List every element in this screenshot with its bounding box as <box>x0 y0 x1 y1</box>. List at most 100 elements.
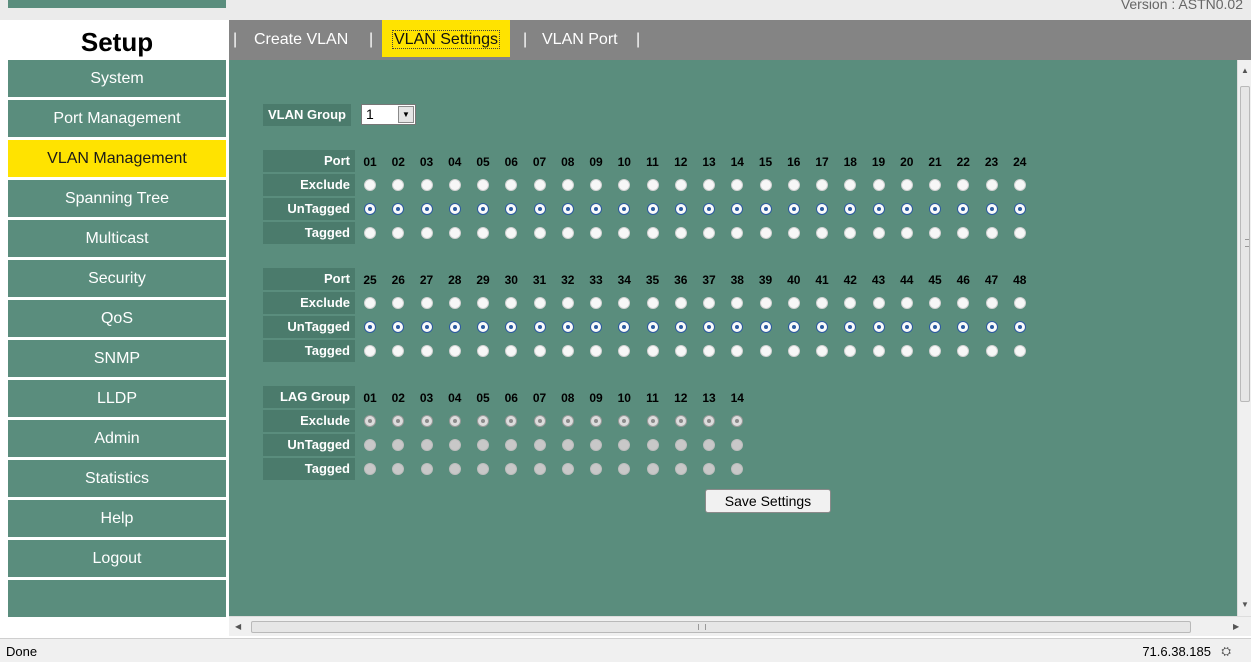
radio-untagged[interactable] <box>533 203 546 215</box>
radio-untagged[interactable] <box>477 321 489 333</box>
radio-tagged[interactable] <box>561 227 574 239</box>
radio-exclude[interactable] <box>561 297 574 309</box>
sidebar-item-logout[interactable]: Logout <box>8 540 226 577</box>
radio-exclude[interactable] <box>759 297 772 309</box>
radio-untagged[interactable] <box>900 321 913 333</box>
radio-exclude[interactable] <box>448 415 461 427</box>
radio-exclude[interactable] <box>872 297 885 309</box>
radio-exclude[interactable] <box>1013 297 1026 309</box>
radio-exclude[interactable] <box>533 297 546 309</box>
radio-untagged[interactable] <box>703 203 715 215</box>
radio-tagged[interactable] <box>420 463 433 475</box>
radio-tagged[interactable] <box>985 345 998 357</box>
radio-exclude[interactable] <box>590 415 602 427</box>
sidebar-item-vlan-management[interactable]: VLAN Management <box>8 140 226 177</box>
radio-untagged[interactable] <box>420 439 433 451</box>
radio-untagged[interactable] <box>448 439 461 451</box>
radio-tagged[interactable] <box>590 345 602 357</box>
radio-tagged[interactable] <box>477 227 489 239</box>
radio-exclude[interactable] <box>674 179 687 191</box>
radio-untagged[interactable] <box>929 321 941 333</box>
horizontal-scrollbar[interactable]: ◀ ▶ <box>229 616 1251 636</box>
tab-vlan-port[interactable]: VLAN Port <box>542 20 618 57</box>
radio-tagged[interactable] <box>787 345 800 357</box>
radio-exclude[interactable] <box>448 179 461 191</box>
radio-tagged[interactable] <box>703 463 715 475</box>
radio-untagged[interactable] <box>364 203 376 215</box>
radio-tagged[interactable] <box>816 345 828 357</box>
radio-tagged[interactable] <box>759 227 772 239</box>
sidebar-item-lldp[interactable]: LLDP <box>8 380 226 417</box>
radio-exclude[interactable] <box>674 297 687 309</box>
vlan-group-select[interactable]: 1 ▼ <box>361 104 416 125</box>
tab-create-vlan[interactable]: Create VLAN <box>254 20 348 57</box>
sidebar-item-security[interactable]: Security <box>8 260 226 297</box>
radio-exclude[interactable] <box>759 179 772 191</box>
radio-tagged[interactable] <box>674 345 687 357</box>
radio-untagged[interactable] <box>816 321 828 333</box>
radio-tagged[interactable] <box>420 345 433 357</box>
radio-exclude[interactable] <box>703 415 715 427</box>
radio-exclude[interactable] <box>420 415 433 427</box>
radio-exclude[interactable] <box>674 415 687 427</box>
radio-untagged[interactable] <box>703 321 715 333</box>
sidebar-item-port-management[interactable]: Port Management <box>8 100 226 137</box>
radio-exclude[interactable] <box>900 297 913 309</box>
radio-untagged[interactable] <box>646 439 659 451</box>
radio-exclude[interactable] <box>816 297 828 309</box>
radio-exclude[interactable] <box>929 179 941 191</box>
radio-exclude[interactable] <box>646 179 659 191</box>
radio-exclude[interactable] <box>1013 179 1026 191</box>
radio-tagged[interactable] <box>900 227 913 239</box>
radio-untagged[interactable] <box>1013 203 1026 215</box>
scroll-down-icon[interactable]: ▼ <box>1241 600 1249 609</box>
radio-exclude[interactable] <box>929 297 941 309</box>
scroll-left-icon[interactable]: ◀ <box>235 622 241 631</box>
sidebar-item-help[interactable]: Help <box>8 500 226 537</box>
radio-tagged[interactable] <box>533 463 546 475</box>
radio-untagged[interactable] <box>674 203 687 215</box>
radio-tagged[interactable] <box>674 227 687 239</box>
radio-tagged[interactable] <box>448 227 461 239</box>
sidebar-item-multicast[interactable]: Multicast <box>8 220 226 257</box>
radio-untagged[interactable] <box>590 439 602 451</box>
radio-tagged[interactable] <box>448 463 461 475</box>
sidebar-item-qos[interactable]: QoS <box>8 300 226 337</box>
radio-tagged[interactable] <box>477 463 489 475</box>
radio-exclude[interactable] <box>646 415 659 427</box>
radio-tagged[interactable] <box>561 345 574 357</box>
radio-untagged[interactable] <box>646 203 659 215</box>
radio-exclude[interactable] <box>900 179 913 191</box>
radio-untagged[interactable] <box>561 321 574 333</box>
radio-tagged[interactable] <box>1013 227 1026 239</box>
radio-untagged[interactable] <box>477 203 489 215</box>
radio-tagged[interactable] <box>477 345 489 357</box>
radio-untagged[interactable] <box>985 321 998 333</box>
radio-untagged[interactable] <box>561 203 574 215</box>
radio-untagged[interactable] <box>759 203 772 215</box>
radio-tagged[interactable] <box>816 227 828 239</box>
radio-tagged[interactable] <box>759 345 772 357</box>
scroll-up-icon[interactable]: ▲ <box>1241 66 1249 75</box>
sidebar-item-spanning-tree[interactable]: Spanning Tree <box>8 180 226 217</box>
radio-untagged[interactable] <box>477 439 489 451</box>
radio-tagged[interactable] <box>872 227 885 239</box>
radio-tagged[interactable] <box>590 227 602 239</box>
radio-untagged[interactable] <box>561 439 574 451</box>
radio-exclude[interactable] <box>787 297 800 309</box>
radio-untagged[interactable] <box>1013 321 1026 333</box>
radio-untagged[interactable] <box>364 439 376 451</box>
radio-tagged[interactable] <box>703 227 715 239</box>
radio-exclude[interactable] <box>985 297 998 309</box>
radio-untagged[interactable] <box>703 439 715 451</box>
radio-exclude[interactable] <box>420 297 433 309</box>
radio-untagged[interactable] <box>533 439 546 451</box>
radio-exclude[interactable] <box>364 179 376 191</box>
radio-untagged[interactable] <box>590 203 602 215</box>
radio-tagged[interactable] <box>590 463 602 475</box>
radio-tagged[interactable] <box>646 463 659 475</box>
radio-untagged[interactable] <box>448 203 461 215</box>
radio-tagged[interactable] <box>1013 345 1026 357</box>
radio-exclude[interactable] <box>533 415 546 427</box>
radio-exclude[interactable] <box>703 297 715 309</box>
